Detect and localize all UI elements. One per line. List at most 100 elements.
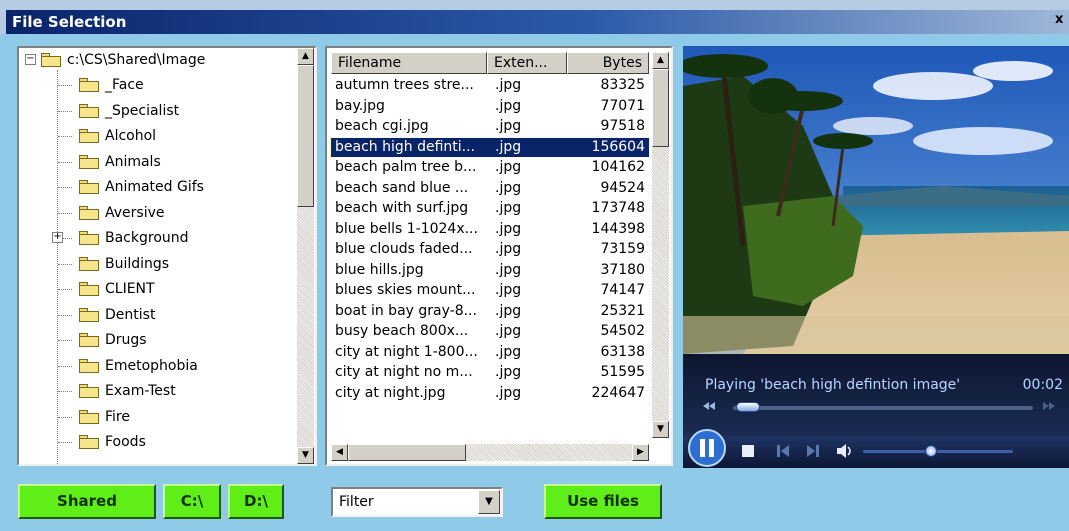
table-row[interactable]: busy beach 800x... .jpg 54502 xyxy=(331,322,649,341)
tree-item[interactable]: Exam-Test xyxy=(79,379,176,403)
table-row[interactable]: bay.jpg .jpg 77071 xyxy=(331,97,649,116)
tree-item[interactable]: Buildings xyxy=(79,252,169,276)
expand-icon[interactable]: + xyxy=(52,232,63,243)
column-header-extension[interactable]: Exten... xyxy=(487,52,567,74)
table-row[interactable]: blue bells 1-1024x... .jpg 144398 xyxy=(331,220,649,239)
tree-connector-line xyxy=(58,391,72,392)
tree-item-label: Aversive xyxy=(105,204,165,221)
tree-item[interactable]: CLIENT xyxy=(79,277,155,301)
tree-scroll-thumb[interactable] xyxy=(297,65,314,207)
table-row[interactable]: boat in bay gray-8... .jpg 25321 xyxy=(331,302,649,321)
tree-item[interactable]: Emetophobia xyxy=(79,354,198,378)
table-row[interactable]: beach palm tree b... .jpg 104162 xyxy=(331,158,649,177)
filename-cell: autumn trees stre... xyxy=(335,77,474,93)
folder-icon xyxy=(79,231,99,245)
folder-icon xyxy=(41,53,61,67)
tree-root[interactable]: c:\CS\Shared\Image xyxy=(41,48,205,72)
list-scroll-right-icon[interactable]: ▶ xyxy=(632,444,649,461)
volume-slider[interactable] xyxy=(863,450,1013,453)
bytes-cell: 54502 xyxy=(600,323,645,339)
tree-item[interactable]: Animals xyxy=(79,150,161,174)
tree-scroll-up-icon[interactable]: ▲ xyxy=(297,48,314,65)
seek-bar[interactable] xyxy=(733,406,1033,410)
tree-item[interactable]: Aversive xyxy=(79,201,165,225)
tree-item[interactable]: Dentist xyxy=(79,303,155,327)
extension-cell: .jpg xyxy=(495,159,522,175)
pause-icon[interactable] xyxy=(687,428,727,468)
tree-item[interactable]: Background xyxy=(79,226,189,250)
extension-cell: .jpg xyxy=(495,241,522,257)
tree-item[interactable]: Animated Gifs xyxy=(79,175,204,199)
tree-item[interactable]: _Face xyxy=(79,73,144,97)
previous-icon[interactable] xyxy=(775,443,791,459)
table-row[interactable]: beach high definti... .jpg 156604 xyxy=(330,136,650,158)
next-icon[interactable] xyxy=(805,443,821,459)
tree-item[interactable]: Drugs xyxy=(79,328,147,352)
rewind-icon[interactable] xyxy=(699,400,719,412)
folder-icon xyxy=(79,409,99,424)
shared-button[interactable]: Shared xyxy=(18,484,156,519)
beach-preview-image xyxy=(683,46,1069,354)
table-row[interactable]: autumn trees stre... .jpg 83325 xyxy=(331,76,649,95)
extension-cell: .jpg xyxy=(495,282,522,298)
table-row[interactable]: beach sand blue ... .jpg 94524 xyxy=(331,179,649,198)
list-hscroll-thumb[interactable] xyxy=(348,444,466,461)
tree-item-label: Buildings xyxy=(105,255,170,272)
list-scroll-left-icon[interactable]: ◀ xyxy=(331,444,348,461)
use-files-button[interactable]: Use files xyxy=(544,484,662,519)
folder-icon xyxy=(79,78,99,92)
filename-cell: city at night 1-800... xyxy=(335,343,478,360)
tree-item[interactable]: _Specialist xyxy=(79,99,179,123)
file-list[interactable]: Filename Exten... Bytes autumn trees str… xyxy=(325,46,673,466)
window-title: File Selection xyxy=(12,13,127,31)
tree-connector-line xyxy=(57,70,58,464)
tree-connector-line xyxy=(58,263,72,265)
bytes-cell: 37180 xyxy=(600,261,645,278)
folder-icon xyxy=(79,282,99,296)
drive-c-button[interactable]: C:\ xyxy=(163,484,221,519)
playback-time: 00:02 xyxy=(1022,377,1063,393)
tree-scroll-down-icon[interactable]: ▼ xyxy=(297,447,314,464)
volume-icon[interactable] xyxy=(835,442,855,460)
tree-item[interactable]: Alcohol xyxy=(79,124,156,148)
stop-icon[interactable] xyxy=(741,444,755,458)
table-row[interactable]: beach with surf.jpg .jpg 173748 xyxy=(331,199,649,218)
tree-item-label: _Face xyxy=(105,77,144,93)
volume-handle[interactable] xyxy=(924,445,937,457)
table-row[interactable]: blue clouds faded... .jpg 73159 xyxy=(331,240,649,259)
bytes-cell: 173748 xyxy=(591,200,645,216)
filter-dropdown[interactable]: Filter ▼ xyxy=(331,487,503,517)
tree-connector-line xyxy=(58,416,72,418)
table-row[interactable]: city at night no m... .jpg 51595 xyxy=(331,363,649,382)
list-scroll-down-icon[interactable]: ▼ xyxy=(652,421,669,438)
list-scroll-up-icon[interactable]: ▲ xyxy=(652,52,669,69)
column-header-filename[interactable]: Filename xyxy=(331,52,487,74)
table-row[interactable]: blue hills.jpg .jpg 37180 xyxy=(331,261,649,280)
column-header-bytes[interactable]: Bytes xyxy=(567,52,649,74)
seek-handle[interactable] xyxy=(736,402,760,412)
filename-cell: busy beach 800x... xyxy=(335,323,469,339)
collapse-root-icon[interactable]: − xyxy=(25,54,36,65)
bytes-cell: 144398 xyxy=(591,220,645,237)
chevron-down-icon[interactable]: ▼ xyxy=(478,490,500,514)
tree-item[interactable]: Foods xyxy=(79,430,146,454)
folder-icon xyxy=(79,384,99,398)
folder-tree[interactable]: − c:\CS\Shared\Image _Face _Specialist Alc… xyxy=(17,46,317,466)
tree-item-label: Fire xyxy=(105,408,130,425)
fast-forward-icon[interactable] xyxy=(1039,400,1059,412)
folder-icon xyxy=(79,333,99,347)
table-row[interactable]: city at night.jpg .jpg 224647 xyxy=(331,384,649,403)
table-row[interactable]: beach cgi.jpg .jpg 97518 xyxy=(331,117,649,136)
tree-item[interactable]: Fire xyxy=(79,405,130,429)
close-icon[interactable]: x xyxy=(1055,12,1069,32)
bytes-cell: 51595 xyxy=(600,364,645,380)
player-controls xyxy=(683,429,1069,468)
table-row[interactable]: blues skies mount... .jpg 74147 xyxy=(331,281,649,300)
tree-connector-line xyxy=(58,85,72,86)
table-row[interactable]: city at night 1-800... .jpg 63138 xyxy=(331,343,649,362)
filename-cell: blues skies mount... xyxy=(335,282,476,298)
folder-icon xyxy=(79,180,99,194)
extension-cell: .jpg xyxy=(495,323,522,339)
drive-d-button[interactable]: D:\ xyxy=(228,484,284,519)
list-vscroll-thumb[interactable] xyxy=(652,69,669,147)
